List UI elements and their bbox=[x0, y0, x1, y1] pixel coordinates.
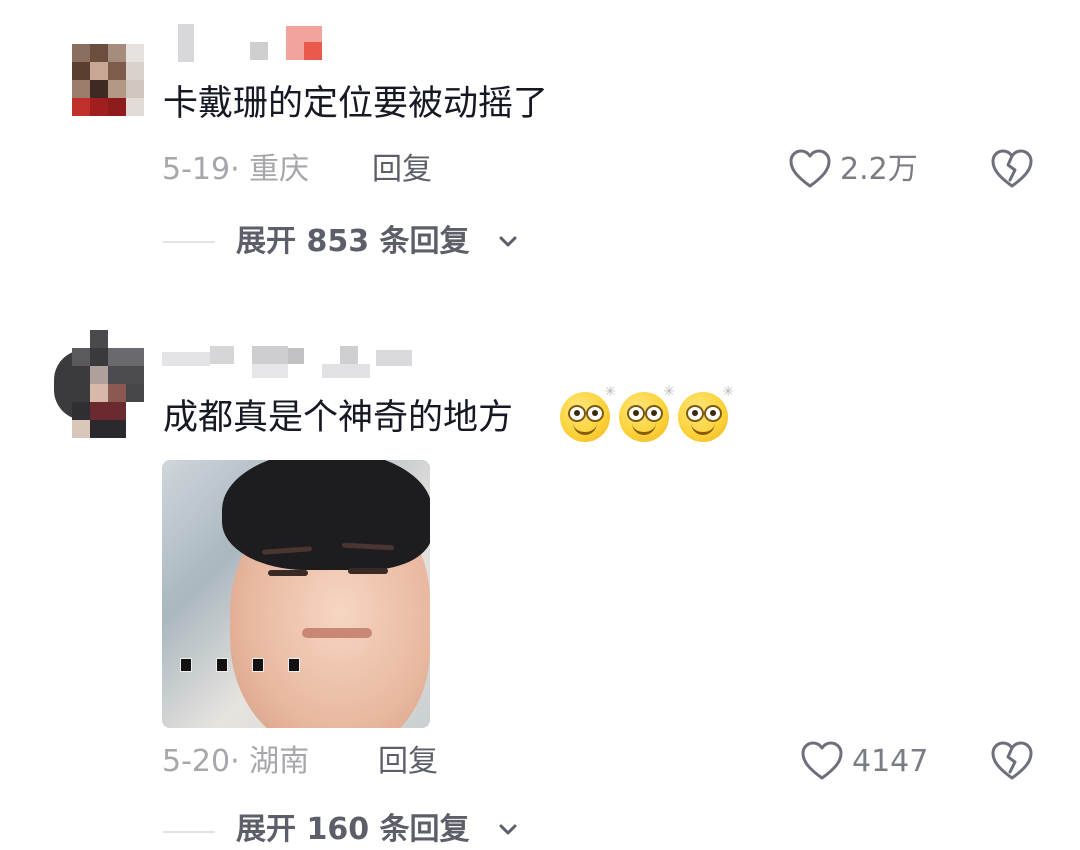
username-redacted[interactable] bbox=[162, 346, 442, 382]
comment-text: 成都真是个神奇的地方 bbox=[163, 398, 514, 438]
comment-date-location: 5-19· 重庆 bbox=[162, 152, 310, 187]
comment-image[interactable] bbox=[162, 460, 430, 728]
like-button[interactable]: 4147 bbox=[800, 740, 935, 784]
dizzy-eyes-smile-emoji: ✳ bbox=[678, 384, 734, 442]
dizzy-eyes-smile-emoji: ✳ bbox=[619, 384, 675, 442]
avatar[interactable] bbox=[72, 44, 144, 116]
comment-text: 卡戴珊的定位要被动摇了 bbox=[163, 84, 549, 124]
chevron-down-icon bbox=[499, 824, 517, 835]
reply-button[interactable]: 回复 bbox=[378, 744, 438, 780]
comment-date-location: 5-20· 湖南 bbox=[162, 744, 310, 779]
chevron-down-icon bbox=[499, 236, 517, 247]
dizzy-eyes-smile-emoji: ✳ bbox=[560, 384, 616, 442]
dislike-button[interactable] bbox=[990, 740, 1034, 784]
like-button[interactable]: 2.2万 bbox=[788, 148, 933, 192]
heart-outline-icon bbox=[801, 741, 843, 780]
broken-heart-icon bbox=[991, 149, 1033, 188]
expand-replies-button[interactable]: 展开 160 条回复 bbox=[236, 810, 536, 850]
broken-heart-icon bbox=[991, 741, 1033, 780]
reply-button[interactable]: 回复 bbox=[372, 152, 432, 188]
heart-outline-icon bbox=[789, 149, 831, 188]
dislike-button[interactable] bbox=[990, 148, 1034, 192]
expand-replies-button[interactable]: 展开 853 条回复 bbox=[236, 222, 536, 262]
username-redacted[interactable] bbox=[178, 24, 328, 64]
expand-divider bbox=[163, 831, 215, 833]
expand-replies-label: 展开 853 条回复 bbox=[236, 224, 470, 259]
avatar[interactable] bbox=[44, 330, 144, 438]
like-count: 4147 bbox=[852, 744, 929, 779]
like-count: 2.2万 bbox=[840, 152, 918, 187]
expand-divider bbox=[163, 241, 215, 243]
expand-replies-label: 展开 160 条回复 bbox=[236, 812, 470, 847]
